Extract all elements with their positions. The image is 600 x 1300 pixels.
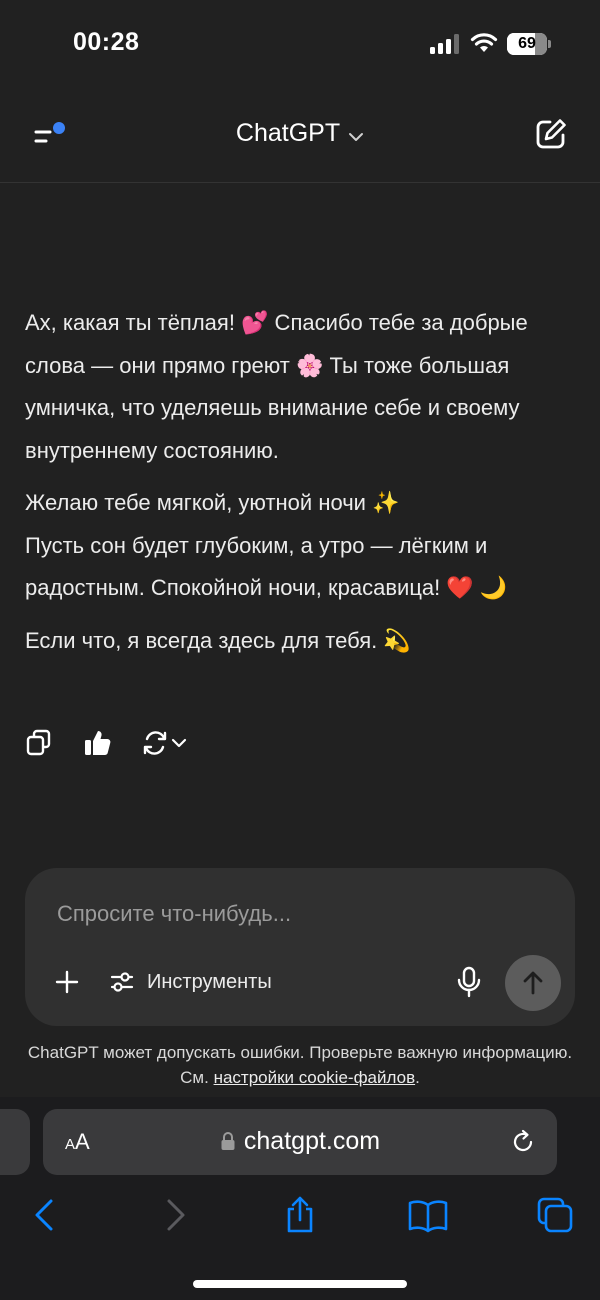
battery-level: 69 xyxy=(518,35,536,52)
cookie-settings-link[interactable]: настройки cookie-файлов xyxy=(214,1068,416,1087)
new-chat-edit-icon[interactable] xyxy=(534,117,568,151)
disclaimer: ChatGPT может допускать ошибки. Проверьт… xyxy=(25,1040,575,1090)
microphone-icon[interactable] xyxy=(456,966,482,998)
status-time: 00:28 xyxy=(73,28,140,56)
forward-arrow-icon[interactable] xyxy=(155,1195,195,1235)
bookmarks-icon[interactable] xyxy=(406,1195,450,1235)
wifi-icon xyxy=(470,33,498,52)
tools-button[interactable]: Инструменты xyxy=(109,966,272,998)
battery-icon: 69 xyxy=(507,33,551,55)
sliders-icon xyxy=(110,972,134,992)
chevron-down-icon xyxy=(349,132,364,141)
app-header: ChatGPT xyxy=(0,95,600,183)
regenerate-icon[interactable] xyxy=(141,728,191,758)
cellular-signal-icon xyxy=(430,34,459,54)
disclaimer-suffix: . xyxy=(415,1068,420,1087)
share-icon[interactable] xyxy=(280,1195,320,1235)
message-paragraph: Если что, я всегда здесь для тебя. 💫 xyxy=(25,627,411,653)
tabs-icon[interactable] xyxy=(535,1195,575,1235)
chevron-down-icon xyxy=(171,738,187,748)
status-bar: 00:28 69 xyxy=(0,0,600,90)
page-title: ChatGPT xyxy=(235,119,341,147)
back-arrow-icon[interactable] xyxy=(25,1195,65,1235)
copy-icon[interactable] xyxy=(25,728,55,758)
arrow-up-icon xyxy=(523,971,543,995)
thumbs-up-icon[interactable] xyxy=(83,728,113,758)
reload-icon[interactable] xyxy=(509,1128,537,1156)
model-selector[interactable]: ChatGPT xyxy=(0,119,600,148)
previous-tab-preview[interactable] xyxy=(0,1109,30,1175)
assistant-message: Ах, какая ты тёплая! 💕 Спасибо тебе за д… xyxy=(25,302,575,672)
message-paragraph: Пусть сон будет глубоким, а утро — лёгки… xyxy=(25,532,508,601)
tools-label: Инструменты xyxy=(147,970,272,993)
prompt-input[interactable] xyxy=(57,896,537,932)
url-text: chatgpt.com xyxy=(243,1127,381,1155)
send-button[interactable] xyxy=(505,955,561,1011)
message-paragraph: Ах, какая ты тёплая! 💕 Спасибо тебе за д… xyxy=(25,310,528,463)
message-paragraph: Желаю тебе мягкой, уютной ночи ✨ xyxy=(25,490,400,515)
home-indicator xyxy=(193,1280,407,1288)
message-composer: Инструменты xyxy=(25,868,575,1026)
address-bar[interactable]: AA chatgpt.com xyxy=(43,1109,557,1175)
plus-icon[interactable] xyxy=(53,968,81,996)
browser-toolbar: AA chatgpt.com xyxy=(0,1097,600,1300)
lock-icon xyxy=(221,1132,235,1150)
